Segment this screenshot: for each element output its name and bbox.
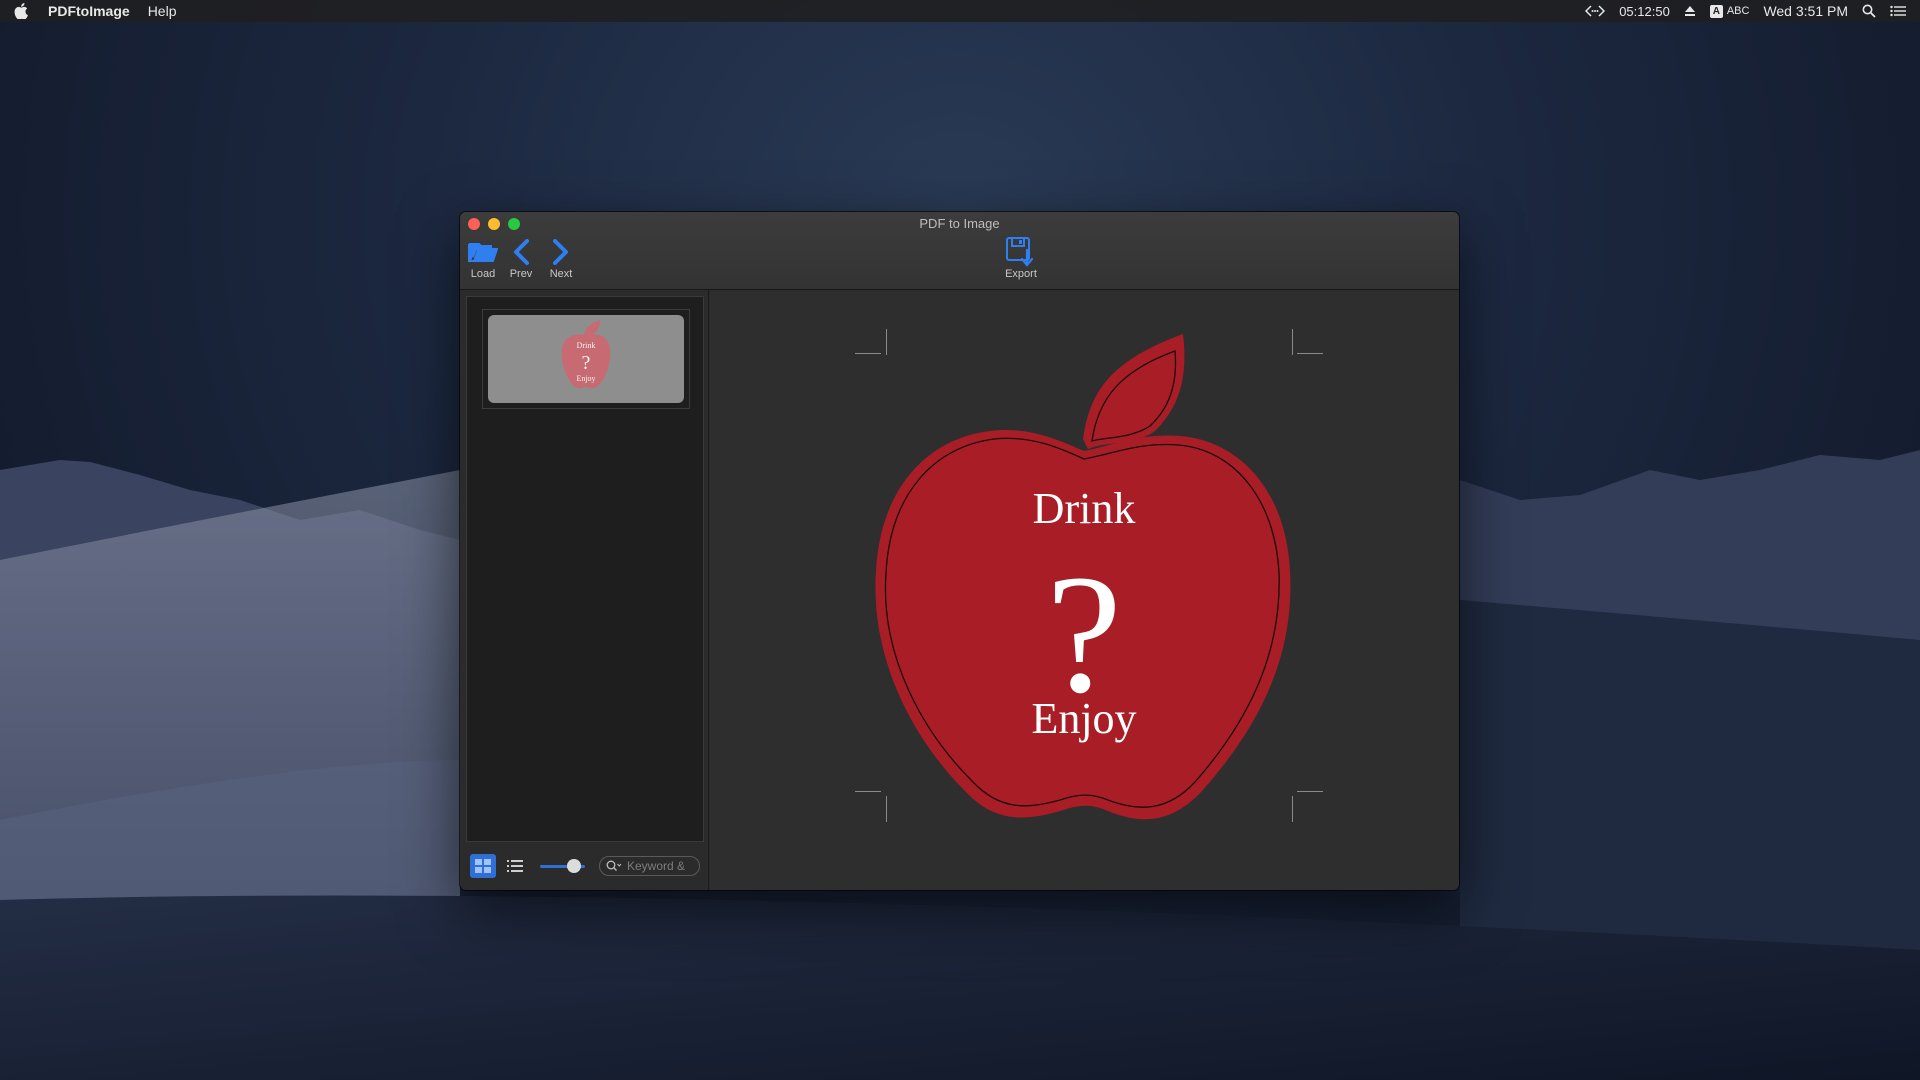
prev-button[interactable]: Prev bbox=[506, 236, 536, 280]
thumbnail-size-slider[interactable] bbox=[540, 856, 585, 876]
window-title: PDF to Image bbox=[919, 216, 1000, 231]
list-icon bbox=[507, 860, 524, 872]
thumb-line2: ? bbox=[582, 352, 591, 374]
next-button[interactable]: Next bbox=[544, 236, 578, 280]
chevron-right-icon bbox=[552, 236, 570, 268]
search-icon bbox=[606, 860, 622, 871]
pdf-to-image-window: PDF to Image Load Prev Next Export Drink… bbox=[460, 212, 1459, 890]
window-titlebar[interactable]: PDF to Image Load Prev Next Export bbox=[460, 212, 1459, 290]
prev-label: Prev bbox=[509, 268, 533, 280]
export-label: Export bbox=[1005, 268, 1037, 280]
keyword-search[interactable] bbox=[598, 856, 700, 876]
page-line1: Drink bbox=[1033, 484, 1136, 533]
status-area: 05:12:50 A ABC Wed 3:51 PM bbox=[1585, 3, 1906, 19]
page-line3: Enjoy bbox=[1031, 694, 1136, 743]
input-source-menu[interactable]: A ABC bbox=[1709, 4, 1750, 18]
thumb-line3: Enjoy bbox=[576, 374, 595, 383]
apple-menu-icon[interactable] bbox=[14, 3, 30, 19]
grid-view-button[interactable] bbox=[470, 854, 497, 878]
page-thumbnail[interactable]: Drink ? Enjoy bbox=[482, 309, 690, 409]
input-source-label: ABC bbox=[1726, 5, 1750, 17]
remote-arrows-icon[interactable] bbox=[1585, 4, 1606, 18]
thumb-line1: Drink bbox=[577, 341, 596, 350]
sidebar-bottom-bar bbox=[466, 846, 704, 886]
search-input[interactable] bbox=[624, 858, 699, 874]
export-save-icon bbox=[1005, 236, 1037, 268]
list-view-button[interactable] bbox=[502, 854, 528, 878]
menubar-clock[interactable]: Wed 3:51 PM bbox=[1763, 3, 1848, 19]
folder-open-icon bbox=[468, 236, 498, 268]
load-label: Load bbox=[470, 268, 496, 280]
slider-knob[interactable] bbox=[567, 859, 582, 873]
grid-icon bbox=[475, 859, 492, 873]
spotlight-search-icon[interactable] bbox=[1862, 4, 1876, 18]
page-thumbnail-sidebar[interactable]: Drink ? Enjoy bbox=[466, 296, 704, 842]
page-preview[interactable]: Drink ? Enjoy bbox=[710, 291, 1459, 890]
notification-center-icon[interactable] bbox=[1890, 5, 1906, 17]
load-button[interactable]: Load bbox=[466, 236, 500, 280]
help-menu[interactable]: Help bbox=[148, 3, 177, 19]
timer-readout[interactable]: 05:12:50 bbox=[1619, 4, 1670, 19]
next-label: Next bbox=[549, 268, 573, 280]
apple-page-render: Drink ? Enjoy bbox=[875, 334, 1291, 820]
export-button[interactable]: Export bbox=[998, 236, 1044, 280]
sidebar-splitter[interactable] bbox=[708, 290, 709, 890]
thumbnail-image: Drink ? Enjoy bbox=[488, 315, 684, 403]
chevron-left-icon bbox=[512, 236, 530, 268]
input-source-badge: A bbox=[1709, 4, 1723, 18]
eject-icon[interactable] bbox=[1684, 5, 1696, 17]
app-menu[interactable]: PDFtoImage bbox=[48, 3, 130, 19]
menu-bar: PDFtoImage Help 05:12:50 A ABC Wed 3:51 … bbox=[0, 0, 1920, 22]
